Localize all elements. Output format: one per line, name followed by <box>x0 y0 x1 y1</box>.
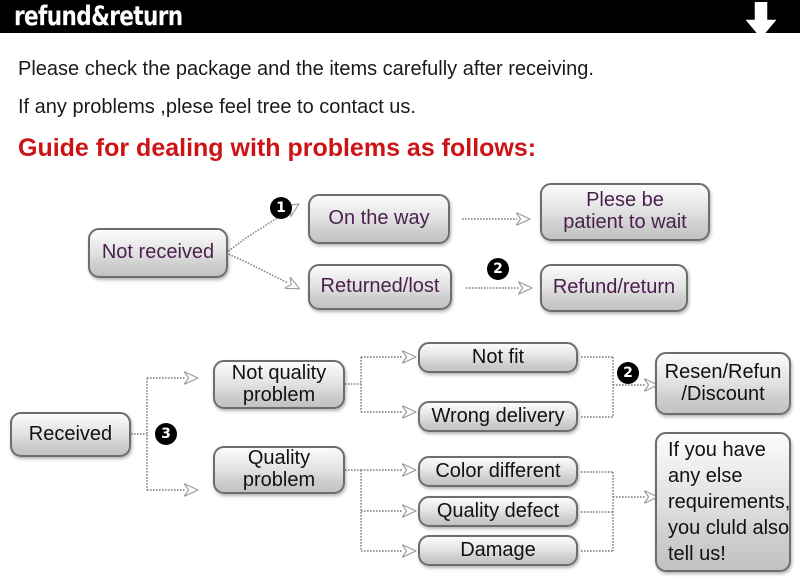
box-quality-problem[interactable]: Quality problem <box>213 446 345 494</box>
badge-three: 3 <box>155 423 177 445</box>
box-resend-refund-discount[interactable]: Resen/Refun/Discount <box>655 352 791 415</box>
box-not-quality-problem[interactable]: Not quality problem <box>213 360 345 409</box>
box-please-wait[interactable]: Plese be patient to wait <box>540 183 710 241</box>
box-quality-defect[interactable]: Quality defect <box>418 496 578 527</box>
box-tell-us-label: If you have any else requirements, you clul… <box>668 439 791 565</box>
box-wrong-delivery-label: Wrong delivery <box>431 404 565 427</box>
box-returned-lost-label: Returned/lost <box>320 275 440 298</box>
box-resend-refund-discount-label: Resen/Refun/Discount <box>664 360 782 405</box>
box-not-fit[interactable]: Not fit <box>418 342 578 373</box>
box-not-quality-problem-label: Not quality problem <box>231 361 327 406</box>
badge-two-top: 2 <box>487 258 509 280</box>
badge-one: 1 <box>270 197 292 219</box>
box-please-wait-label: Plese be patient to wait <box>563 189 687 233</box>
badge-two-top-label: 2 <box>493 261 503 277</box>
badge-three-label: 3 <box>161 426 171 442</box>
badge-one-label: 1 <box>276 200 286 216</box>
box-damage-label: Damage <box>460 538 536 561</box>
box-not-received[interactable]: Not received <box>88 228 228 278</box>
badge-two-right: 2 <box>617 362 639 384</box>
box-quality-defect-label: Quality defect <box>436 499 560 522</box>
box-refund-return-label: Refund/return <box>552 276 676 299</box>
box-on-the-way[interactable]: On the way <box>308 194 450 244</box>
box-quality-problem-label: Quality problem <box>242 447 316 491</box>
box-damage[interactable]: Damage <box>418 535 578 566</box>
box-not-received-label: Not received <box>101 241 215 264</box>
box-not-fit-label: Not fit <box>471 345 525 368</box>
box-received[interactable]: Received <box>10 412 131 457</box>
box-on-the-way-label: On the way <box>328 207 430 230</box>
box-refund-return[interactable]: Refund/return <box>540 264 688 312</box>
badge-two-right-label: 2 <box>623 365 633 381</box>
box-tell-us[interactable]: If you have any else requirements, you clul… <box>655 432 791 572</box>
box-returned-lost[interactable]: Returned/lost <box>308 264 452 310</box>
box-color-different-label: Color different <box>435 459 561 482</box>
box-wrong-delivery[interactable]: Wrong delivery <box>418 401 578 432</box>
box-received-label: Received <box>28 422 113 445</box>
flow-diagram: Not received On the way Returned/lost Pl… <box>0 0 800 585</box>
box-color-different[interactable]: Color different <box>418 456 578 487</box>
